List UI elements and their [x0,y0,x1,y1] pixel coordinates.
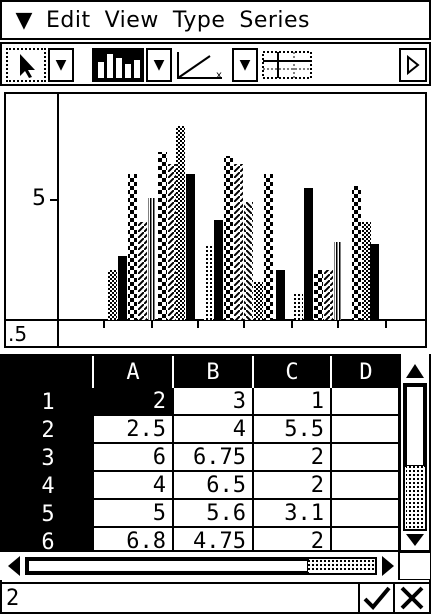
x-tick-label: .5 [8,322,28,346]
scroll-left-arrow-icon [8,556,20,576]
cell-b5[interactable]: 5.6 [174,500,254,528]
cell-b2[interactable]: 4 [174,416,254,444]
vertical-scroll-thumb [405,385,425,467]
cell-c3[interactable]: 2 [254,444,332,472]
menu-type[interactable]: Type [173,8,226,33]
horizontal-scrollbar[interactable] [0,550,431,581]
bar-graph-icon[interactable] [92,48,144,82]
close-icon [400,586,424,610]
y-tick-label: 5 [32,186,46,211]
column-header-b[interactable]: B [174,356,254,388]
row-header-1[interactable]: 1 [2,388,94,416]
entry-line [0,582,431,614]
cell-d5[interactable] [332,500,400,528]
horizontal-scroll-thumb [27,559,309,573]
menu-view[interactable]: View [105,8,159,33]
bars [108,126,379,320]
x-ticks [103,320,387,328]
cell-c2[interactable]: 5.5 [254,416,332,444]
cell-c5[interactable]: 3.1 [254,500,332,528]
svg-text:x: x [216,70,222,81]
column-header-d[interactable]: D [332,356,400,388]
menu-edit[interactable]: Edit [46,8,91,33]
corner-header [2,356,94,388]
menu-series[interactable]: Series [239,8,310,33]
row-header-4[interactable]: 4 [2,472,94,500]
graph-window[interactable]: 5 .5 [4,92,427,348]
select-arrow-icon[interactable] [6,48,46,82]
cell-c1[interactable]: 1 [254,388,332,416]
table-grid-icon[interactable] [260,48,314,82]
vertical-scrollbar[interactable] [399,354,429,550]
scroll-up-arrow-icon [406,364,424,378]
cell-a3[interactable]: 6 [94,444,174,472]
cell-a4[interactable]: 4 [94,472,174,500]
cell-d3[interactable] [332,444,400,472]
confirm-button[interactable] [357,584,394,612]
cell-a5[interactable]: 5 [94,500,174,528]
cell-c4[interactable]: 2 [254,472,332,500]
cell-d2[interactable] [332,416,400,444]
cell-b1[interactable]: 3 [174,388,254,416]
row-header-3[interactable]: 3 [2,444,94,472]
row-header-2[interactable]: 2 [2,416,94,444]
cell-d4[interactable] [332,472,400,500]
column-header-c[interactable]: C [254,356,332,388]
bar-chart-canvas [6,94,425,346]
menu-chevron-icon[interactable]: ▼ [2,8,46,33]
cell-a2[interactable]: 2.5 [94,416,174,444]
row-header-5[interactable]: 5 [2,500,94,528]
cancel-button[interactable] [393,584,429,612]
select-dropdown-button[interactable]: ▼ [48,48,74,82]
xy-graph-dropdown-button[interactable]: ▼ [232,48,258,82]
cell-d1[interactable] [332,388,400,416]
column-header-a[interactable]: A [94,356,174,388]
scroll-right-arrow-icon [382,556,394,576]
toolbar: ▼ ▼ x ▼ [0,42,431,86]
table-grid-glyph [262,51,312,79]
horizontal-scrollbar-graphic [8,551,431,581]
cell-b4[interactable]: 6.5 [174,472,254,500]
toolbar-scroll-right-icon [407,55,420,75]
cell-a1[interactable]: 2 [94,388,174,416]
vertical-scrollbar-graphic [403,364,427,546]
cell-b3[interactable]: 6.75 [174,444,254,472]
xy-line-graph-icon[interactable]: x [174,48,230,82]
scroll-down-arrow-icon [406,534,424,546]
select-arrow-glyph [20,54,35,78]
xy-line-graph-glyph: x [177,52,222,81]
bar-graph-dropdown-button[interactable]: ▼ [146,48,172,82]
cell-entry-input[interactable] [2,584,358,612]
menu-bar: ▼ Edit View Type Series [0,0,431,40]
toolbar-scroll-right-button[interactable] [399,48,427,82]
bar-graph-glyph [98,54,140,78]
checkmark-icon [363,586,391,610]
